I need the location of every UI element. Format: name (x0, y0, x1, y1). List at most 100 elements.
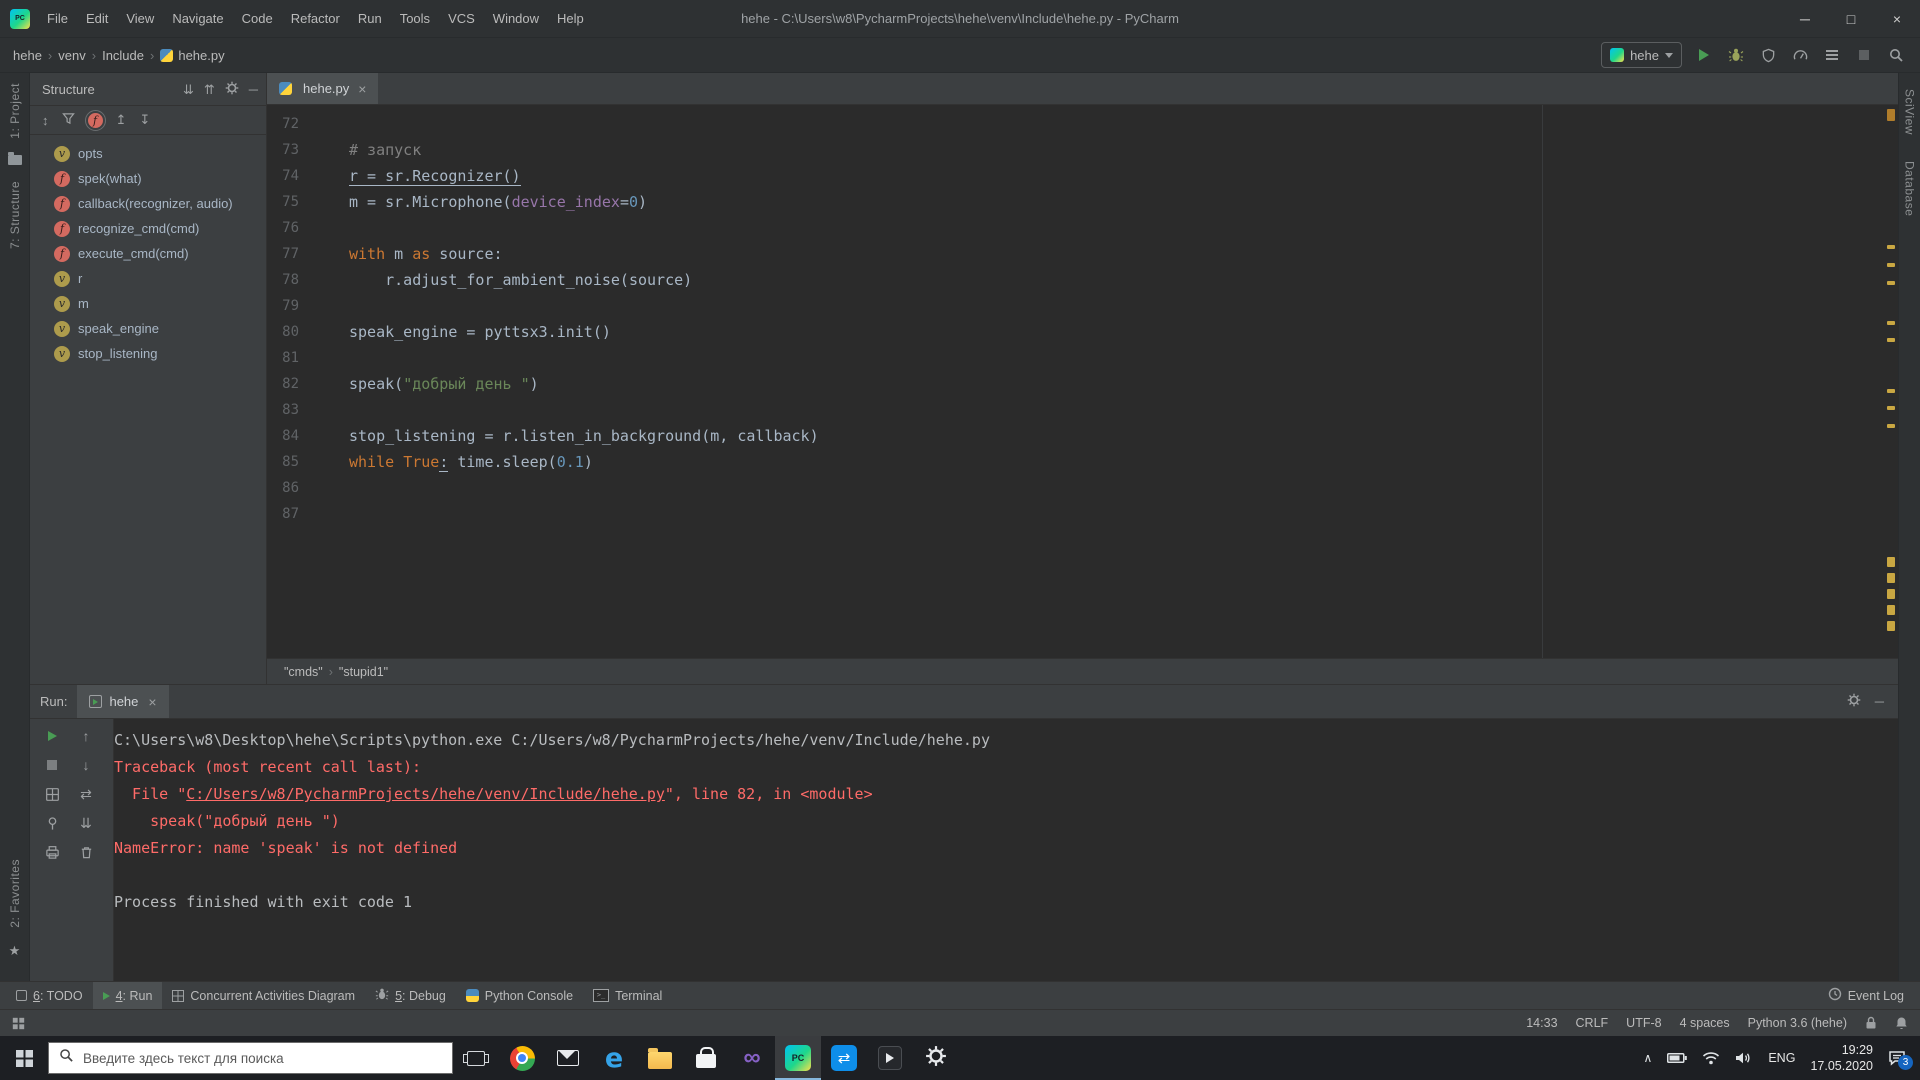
toolwindow-structure-button[interactable]: 7: Structure (8, 181, 22, 249)
structure-item-execute-cmd[interactable]: f execute_cmd(cmd) (30, 241, 266, 266)
taskbar-visual-studio[interactable]: ∞ (729, 1036, 775, 1080)
taskbar-media[interactable] (867, 1036, 913, 1080)
battery-icon[interactable] (1667, 1052, 1688, 1064)
menu-view[interactable]: View (117, 0, 163, 37)
toolwindow-favorites-button[interactable]: 2: Favorites (8, 859, 22, 928)
profiler-icon[interactable] (1790, 45, 1810, 65)
taskbar-clock[interactable]: 19:29 17.05.2020 (1810, 1042, 1873, 1075)
structure-item-m[interactable]: v m (30, 291, 266, 316)
rerun-button[interactable] (43, 727, 61, 745)
up-stack-trace-button[interactable]: ↑ (77, 727, 95, 745)
menu-refactor[interactable]: Refactor (282, 0, 349, 37)
hide-run-panel-icon[interactable]: ─ (1875, 694, 1884, 709)
toolwindow-5-debug[interactable]: 5: Debug (365, 982, 456, 1009)
run-tab-hehe[interactable]: hehe × (77, 685, 169, 718)
run-with-coverage-icon[interactable] (1758, 45, 1778, 65)
project-folder-icon[interactable] (7, 151, 22, 165)
toolwindow-concurrent-activities-diagram[interactable]: Concurrent Activities Diagram (162, 982, 365, 1009)
volume-icon[interactable] (1735, 1051, 1753, 1065)
menu-help[interactable]: Help (548, 0, 593, 37)
close-tab-icon[interactable]: × (358, 81, 366, 97)
structure-item-spek[interactable]: f spek(what) (30, 166, 266, 191)
taskbar-edge[interactable]: e (591, 1036, 637, 1080)
breadcrumb-hehe[interactable]: hehe (10, 48, 45, 63)
toolwindow-4-run[interactable]: 4: Run (92, 982, 163, 1009)
breadcrumb-include[interactable]: Include (99, 48, 147, 63)
menu-edit[interactable]: Edit (77, 0, 117, 37)
taskbar-search-input[interactable] (83, 1050, 442, 1066)
menu-vcs[interactable]: VCS (439, 0, 484, 37)
pin-tab-button[interactable] (43, 814, 61, 832)
structure-item-stop-listening[interactable]: v stop_listening (30, 341, 266, 366)
toolwindow-event-log[interactable]: Event Log (1818, 987, 1914, 1004)
menu-code[interactable]: Code (233, 0, 282, 37)
run-console-output[interactable]: C:\Users\w8\Desktop\hehe\Scripts\python.… (114, 719, 1898, 981)
taskbar-chrome[interactable] (499, 1036, 545, 1080)
taskbar-mail[interactable] (545, 1036, 591, 1080)
tab-hehe-py[interactable]: hehe.py × (267, 73, 379, 104)
collapse-all-icon[interactable]: ⇈ (204, 83, 215, 96)
language-indicator[interactable]: ENG (1768, 1051, 1795, 1065)
taskbar-pycharm[interactable]: PC (775, 1036, 821, 1080)
cursor-position[interactable]: 14:33 (1526, 1016, 1557, 1030)
run-settings-gear-icon[interactable] (1847, 693, 1861, 710)
clear-console-button[interactable] (77, 843, 95, 861)
autoscroll-to-source-icon[interactable]: ↥ (116, 112, 127, 128)
close-run-tab-icon[interactable]: × (148, 694, 156, 710)
search-everywhere-icon[interactable] (1886, 45, 1906, 65)
hide-panel-icon[interactable]: ─ (249, 83, 258, 96)
menu-navigate[interactable]: Navigate (163, 0, 232, 37)
editor-breadcrumb[interactable]: "stupid1" (336, 665, 391, 679)
toolwindow-project-button[interactable]: 1: Project (8, 83, 22, 139)
maximize-button[interactable]: □ (1828, 0, 1874, 37)
editor-breadcrumb[interactable]: "cmds" (281, 665, 326, 679)
close-button[interactable]: × (1874, 0, 1920, 37)
hidden-icons-chevron-icon[interactable]: ∧ (1644, 1051, 1653, 1065)
readonly-lock-icon[interactable] (1865, 1016, 1877, 1030)
more-actions-icon[interactable] (1822, 45, 1842, 65)
code-editor[interactable]: 72 73 # запуск 74 r = sr.Recognizer() 75… (267, 105, 1898, 658)
show-functions-toggle-icon[interactable]: f (84, 109, 106, 131)
menu-tools[interactable]: Tools (391, 0, 439, 37)
taskbar-settings[interactable] (913, 1036, 959, 1080)
start-button[interactable] (0, 1036, 48, 1080)
expand-all-icon[interactable]: ⇊ (183, 83, 194, 96)
soft-wrap-button[interactable]: ⇄ (77, 785, 95, 803)
debug-bug-icon[interactable] (1726, 45, 1746, 65)
restore-layout-button[interactable] (43, 785, 61, 803)
line-separator[interactable]: CRLF (1576, 1016, 1609, 1030)
menu-run[interactable]: Run (349, 0, 391, 37)
taskbar-search[interactable] (48, 1042, 453, 1074)
action-center-button[interactable]: 3 (1888, 1050, 1913, 1070)
print-console-button[interactable] (43, 843, 61, 861)
down-stack-trace-button[interactable]: ↓ (77, 756, 95, 774)
structure-settings-gear-icon[interactable] (225, 81, 239, 98)
toolwindow-database-button[interactable]: Database (1903, 161, 1917, 216)
taskbar-store[interactable] (683, 1036, 729, 1080)
toolwindow-6-todo[interactable]: 6: TODO (6, 982, 93, 1009)
breadcrumb-venv[interactable]: venv (55, 48, 88, 63)
toolwindow-switcher-icon[interactable] (12, 1017, 25, 1030)
taskbar-file-explorer[interactable] (637, 1036, 683, 1080)
toolwindow-terminal[interactable]: >_ Terminal (583, 982, 672, 1009)
structure-item-speak-engine[interactable]: v speak_engine (30, 316, 266, 341)
scroll-to-end-button[interactable]: ⇊ (77, 814, 95, 832)
task-view-button[interactable] (453, 1036, 499, 1080)
toolwindow-sciview-button[interactable]: SciView (1903, 89, 1917, 135)
menu-window[interactable]: Window (484, 0, 548, 37)
autoscroll-from-source-icon[interactable]: ↧ (139, 112, 150, 128)
run-button[interactable] (1694, 45, 1714, 65)
structure-item-opts[interactable]: v opts (30, 141, 266, 166)
favorites-star-icon[interactable]: ★ (9, 944, 21, 957)
sort-alphabetically-icon[interactable]: ↕ (42, 113, 49, 128)
indent-style[interactable]: 4 spaces (1680, 1016, 1730, 1030)
network-icon[interactable] (1702, 1051, 1720, 1065)
filter-members-icon[interactable] (61, 112, 75, 128)
toolwindow-python-console[interactable]: Python Console (456, 982, 583, 1009)
structure-item-callback[interactable]: f callback(recognizer, audio) (30, 191, 266, 216)
python-interpreter[interactable]: Python 3.6 (hehe) (1748, 1016, 1847, 1030)
run-config-select[interactable]: hehe (1601, 42, 1682, 68)
breadcrumb-hehe-py[interactable]: hehe.py (157, 48, 227, 63)
menu-file[interactable]: File (38, 0, 77, 37)
taskbar-teamviewer[interactable]: ⇄ (821, 1036, 867, 1080)
